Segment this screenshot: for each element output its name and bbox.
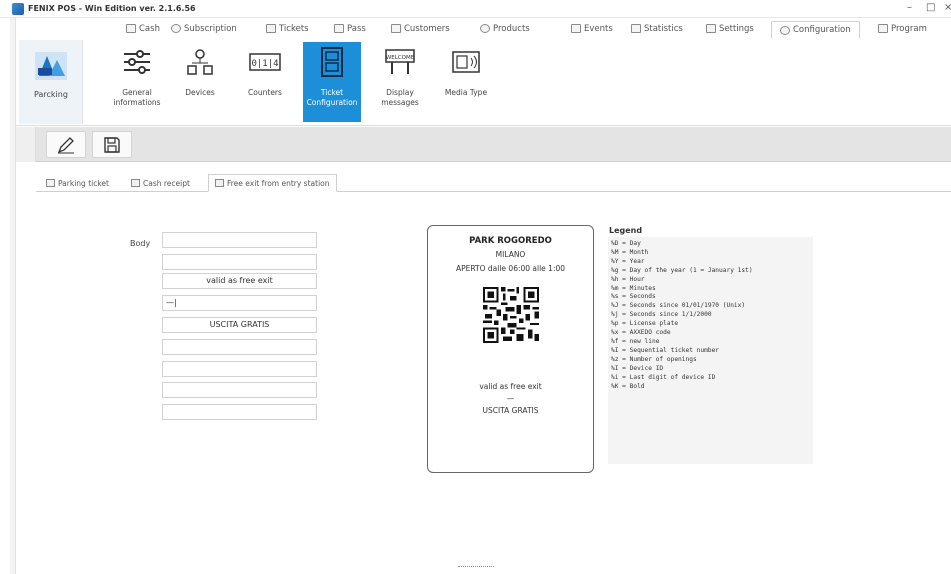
legend-item: %Y = Year (611, 257, 645, 265)
media-type-icon (441, 42, 491, 82)
body-line-4[interactable]: —| (162, 295, 317, 311)
ticket-config-icon (307, 42, 357, 82)
legend-item: %D = Day (611, 240, 641, 247)
floppy-disk-icon (104, 136, 120, 153)
ribbon-ticket-configuration[interactable]: Ticket Configuration (303, 42, 361, 122)
tab-cash-receipt[interactable]: Cash receipt (131, 175, 190, 191)
ribbon-general-informations[interactable]: General informations (108, 42, 166, 122)
legend-item: %i = Last digit of device ID (611, 373, 716, 381)
preview-line-2: — (506, 394, 515, 403)
body-line-1[interactable] (162, 232, 317, 248)
legend-item: %s = Seconds (611, 293, 656, 301)
legend-title: Legend (609, 226, 643, 235)
tab-settings[interactable]: Settings (706, 20, 754, 37)
gear-icon (780, 25, 790, 35)
maximize-button[interactable]: □ (926, 2, 935, 13)
fenix-app-icon (12, 3, 24, 15)
subscription-icon (171, 24, 181, 33)
ticket-type-tabs: Parking ticket Cash receipt Free exit fr… (36, 172, 951, 192)
program-icon (878, 24, 888, 33)
body-line-9[interactable] (162, 404, 317, 420)
devices-icon (175, 42, 225, 82)
statistics-icon (631, 24, 641, 33)
customers-icon (391, 24, 401, 33)
legend-item: %h = Hour (611, 275, 645, 283)
save-button[interactable] (92, 131, 132, 158)
legend-item: %p = License plate (611, 320, 679, 328)
svg-text:WELCOME: WELCOME (386, 55, 415, 61)
legend-item: %I = Sequential ticket number (611, 346, 720, 354)
welcome-display-icon: WELCOME (375, 42, 425, 82)
tab-events[interactable]: Events (571, 20, 613, 37)
tab-tickets[interactable]: Tickets (266, 20, 309, 37)
close-button[interactable]: × (944, 2, 951, 13)
body-line-8[interactable] (162, 382, 317, 398)
ticket-icon (46, 179, 55, 187)
preview-line-1: valid as free exit (479, 382, 542, 391)
sliders-icon (112, 42, 162, 82)
preview-city: MILANO (495, 250, 526, 259)
counter-icon: 0|1|4 (240, 42, 290, 82)
parking-label: Parcking (34, 90, 68, 99)
tab-cash[interactable]: Cash (126, 20, 160, 37)
legend-item: %f = new line (611, 337, 660, 345)
ribbon-devices[interactable]: Devices (171, 42, 229, 122)
legend-item: %I = Device ID (611, 364, 664, 372)
edit-toolbar (36, 127, 951, 162)
legend-item: %x = AXXEDO code (611, 329, 671, 337)
svg-text:0|1|4: 0|1|4 (251, 59, 278, 69)
events-icon (571, 24, 581, 33)
title-bar: FENIX POS - Win Edition ver. 2.1.6.56 – … (0, 0, 951, 18)
tab-statistics[interactable]: Statistics (631, 20, 683, 37)
tab-free-exit[interactable]: Free exit from entry station (208, 174, 337, 192)
legend-item: %m = Minutes (611, 284, 656, 292)
body-line-7[interactable] (162, 361, 317, 377)
legend-item: %M = Month (611, 248, 649, 256)
receipt-icon (131, 179, 140, 187)
body-line-2[interactable] (162, 254, 317, 270)
parking-logo-icon (35, 52, 67, 80)
ribbon-counters[interactable]: 0|1|4 Counters (236, 42, 294, 122)
subbar-collapse-handle[interactable] (16, 127, 36, 162)
splitter-grip[interactable] (458, 566, 494, 569)
ticket-preview: PARK ROGOREDO MILANO APERTO dalle 06:00 … (427, 225, 594, 473)
pass-icon (334, 24, 344, 33)
tab-configuration[interactable]: Configuration (771, 21, 860, 38)
legend-item: %K = Bold (611, 382, 645, 390)
app-window: FENIX POS - Win Edition ver. 2.1.6.56 – … (0, 0, 951, 574)
products-icon (480, 24, 490, 33)
body-label: Body (130, 239, 151, 248)
body-line-6[interactable] (162, 339, 317, 355)
preview-title: PARK ROGOREDO (469, 236, 552, 246)
legend-item: %j = Seconds since 1/1/2000 (611, 311, 712, 319)
tab-pass[interactable]: Pass (334, 20, 366, 37)
tickets-icon (266, 24, 276, 33)
cash-register-icon (126, 24, 136, 33)
ribbon-display-messages[interactable]: WELCOME Display messages (371, 42, 429, 122)
ribbon: Parcking General informations Devices 0|… (16, 38, 951, 126)
preview-hours: APERTO dalle 06:00 alle 1:00 (455, 264, 566, 273)
legend-item: %J = Seconds since 01/01/1970 (Unix) (611, 302, 746, 310)
legend-item: %z = Number of openings (611, 355, 697, 363)
qr-code-icon (483, 287, 539, 343)
minimize-button[interactable]: – (907, 2, 912, 13)
body-line-5[interactable]: USCITA GRATIS (162, 317, 317, 333)
window-title: FENIX POS - Win Edition ver. 2.1.6.56 (28, 4, 196, 13)
tab-subscription[interactable]: Subscription (171, 20, 237, 37)
settings-icon (706, 24, 716, 33)
tab-customers[interactable]: Customers (391, 20, 450, 37)
ribbon-media-type[interactable]: Media Type (437, 42, 495, 122)
tab-products[interactable]: Products (480, 20, 530, 37)
preview-line-3: USCITA GRATIS (482, 406, 539, 415)
ticket-exit-icon (215, 179, 224, 187)
tab-program[interactable]: Program (878, 20, 927, 37)
top-tabs: Cash Subscription Tickets Pass Customers… (16, 18, 951, 38)
parking-button[interactable]: Parcking (19, 40, 83, 124)
edit-button[interactable] (46, 131, 86, 158)
tab-parking-ticket[interactable]: Parking ticket (46, 175, 109, 191)
body-line-3[interactable]: valid as free exit (162, 273, 317, 289)
legend-box: %D = Day %M = Month %Y = Year %g = Day o… (608, 237, 813, 464)
legend-item: %g = Day of the year (1 = January 1st) (611, 266, 753, 274)
pencil-icon (57, 136, 74, 153)
